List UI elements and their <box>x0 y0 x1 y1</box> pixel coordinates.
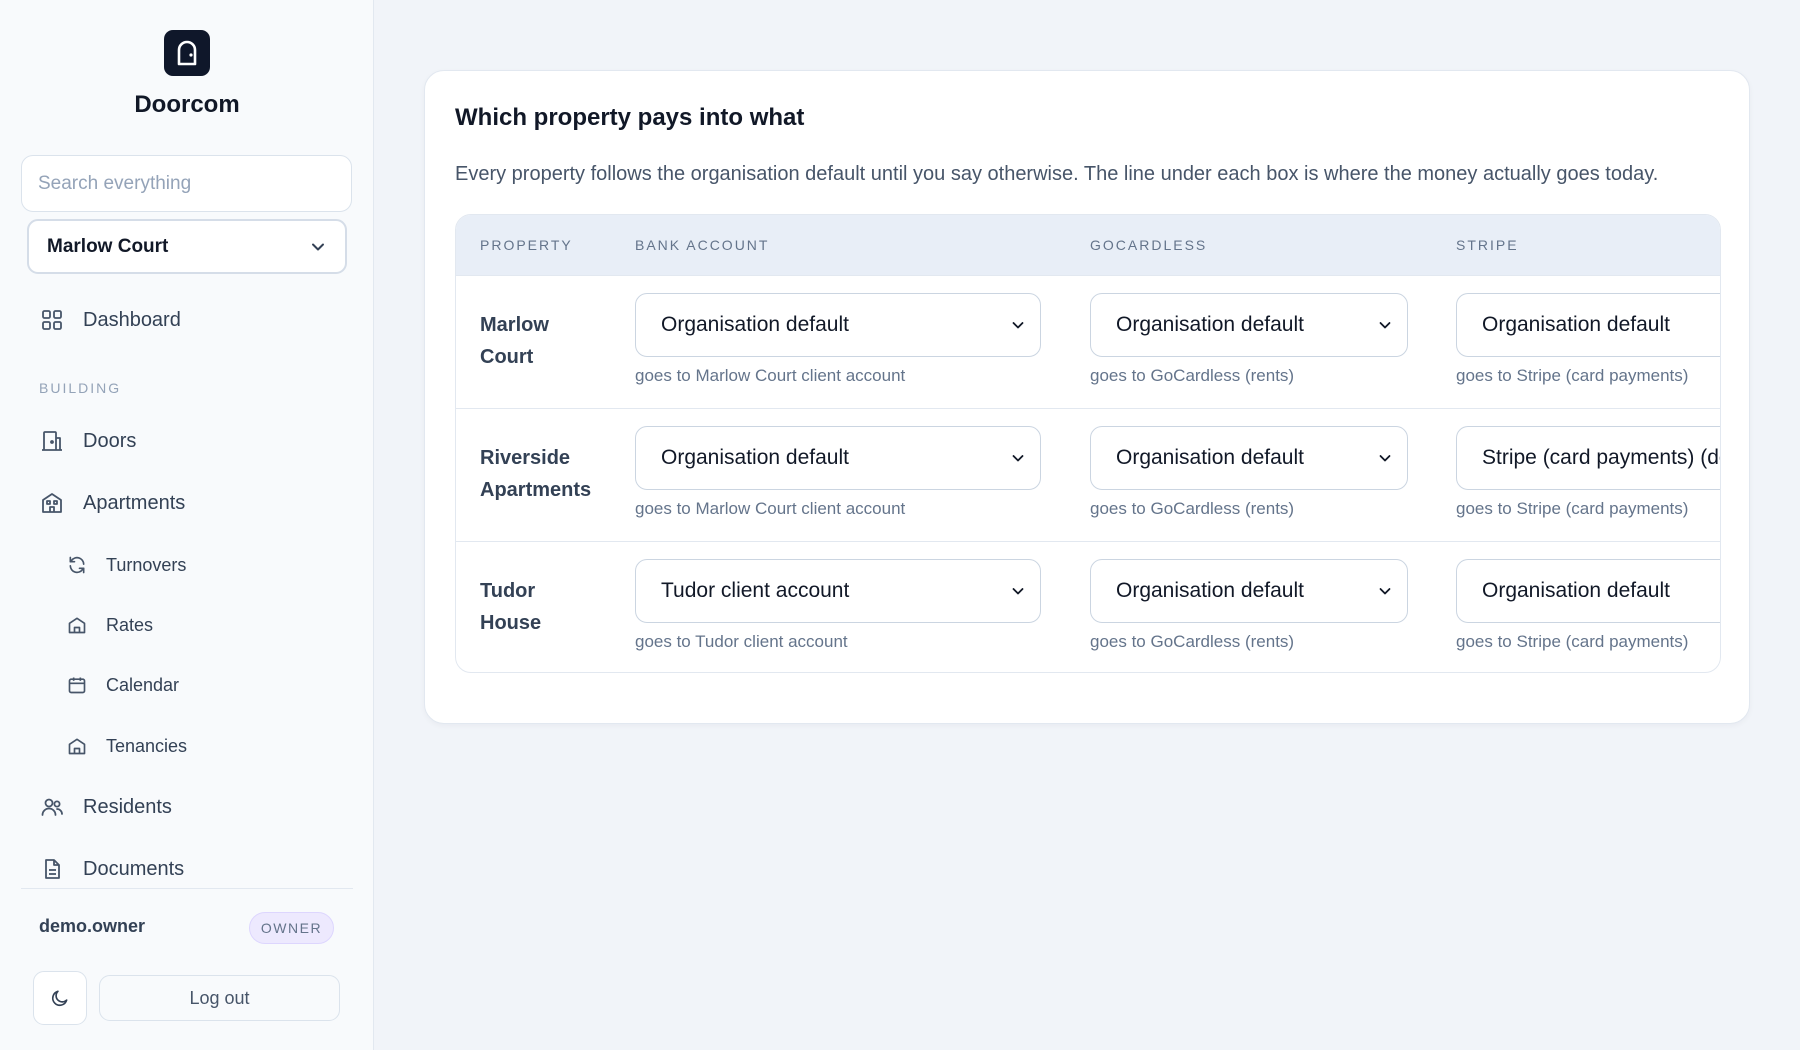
property-selector-value: Marlow Court <box>47 235 169 257</box>
nav-documents-label: Documents <box>83 857 185 880</box>
select-value: Organisation default <box>1116 446 1304 469</box>
column-header-stripe: STRIPE <box>1456 237 1519 253</box>
chevron-down-icon <box>1379 322 1391 329</box>
document-icon <box>39 856 65 882</box>
search-input[interactable]: Search everything <box>21 155 352 212</box>
grid-icon <box>39 307 65 333</box>
card-title: Which property pays into what <box>455 104 805 131</box>
property-name-line: Apartments <box>480 479 592 501</box>
moon-icon <box>51 990 68 1007</box>
user-name: demo.owner <box>39 916 146 936</box>
bank-destination-hint: goes to Marlow Court client account <box>635 499 906 518</box>
gocardless-select[interactable]: Organisation default <box>1090 426 1408 490</box>
gocardless-select[interactable]: Organisation default <box>1090 293 1408 357</box>
brand-name: Doorcom <box>134 91 240 118</box>
nav-tenancies-label: Tenancies <box>106 735 188 756</box>
stripe-destination-hint: goes to Stripe (card payments) <box>1456 499 1689 518</box>
gocardless-destination-hint: goes to GoCardless (rents) <box>1090 366 1295 385</box>
nav-residents-label: Residents <box>83 795 172 818</box>
nav-rates-label: Rates <box>106 614 154 635</box>
nav-doors-label: Doors <box>83 429 137 452</box>
select-value: Organisation default <box>1116 313 1304 336</box>
card-description: Every property follows the organisation … <box>455 163 1659 185</box>
building-icon <box>39 490 65 516</box>
nav-documents[interactable]: Documents <box>39 856 184 882</box>
stripe-destination-hint: goes to Stripe (card payments) <box>1456 632 1689 651</box>
table-row: Riverside Apartments Organisation defaul… <box>456 408 1720 541</box>
chevron-down-icon <box>312 243 324 250</box>
select-value: Organisation default <box>1116 579 1304 602</box>
property-name-line: Court <box>480 346 534 368</box>
nav-dashboard-label: Dashboard <box>83 308 181 331</box>
property-name: Tudor House <box>480 575 610 639</box>
nav-doors[interactable]: Doors <box>39 428 136 454</box>
theme-toggle-button[interactable] <box>33 971 87 1025</box>
logout-button[interactable]: Log out <box>99 975 340 1021</box>
nav-calendar[interactable]: Calendar <box>66 674 179 696</box>
gocardless-destination-hint: goes to GoCardless (rents) <box>1090 632 1295 651</box>
chevron-down-icon <box>1012 455 1024 462</box>
property-name: Riverside Apartments <box>480 442 610 506</box>
door-icon <box>164 30 210 76</box>
users-icon <box>39 794 65 820</box>
gocardless-destination-hint: goes to GoCardless (rents) <box>1090 499 1295 518</box>
nav-rates[interactable]: Rates <box>66 614 153 636</box>
bank-destination-hint: goes to Tudor client account <box>635 632 848 651</box>
nav-dashboard[interactable]: Dashboard <box>39 307 181 333</box>
section-label-building: BUILDING <box>39 380 122 396</box>
stripe-select[interactable]: Stripe (card payments) (de <box>1456 426 1721 490</box>
column-header-bank: BANK ACCOUNT <box>635 237 770 253</box>
property-name-line: House <box>480 612 542 634</box>
stripe-select[interactable]: Organisation default <box>1456 293 1720 357</box>
bank-account-select[interactable]: Organisation default <box>635 426 1041 490</box>
house-icon <box>66 614 88 636</box>
chevron-down-icon <box>1379 588 1391 595</box>
sidebar: Doorcom Search everything Marlow Court D… <box>0 0 374 1050</box>
bank-account-select[interactable]: Tudor client account <box>635 559 1041 623</box>
routing-table: PROPERTY BANK ACCOUNT GOCARDLESS STRIPE … <box>455 214 1721 673</box>
payment-routing-card: Which property pays into what Every prop… <box>424 70 1750 724</box>
select-value: Organisation default <box>1482 313 1670 336</box>
chevron-down-icon <box>1012 588 1024 595</box>
stripe-select[interactable]: Organisation default <box>1456 559 1720 623</box>
column-header-property: PROPERTY <box>480 237 573 253</box>
bank-destination-hint: goes to Marlow Court client account <box>635 366 906 385</box>
property-name: Marlow Court <box>480 309 610 373</box>
table-header: PROPERTY BANK ACCOUNT GOCARDLESS STRIPE <box>456 215 1720 275</box>
select-value: Organisation default <box>1482 579 1670 602</box>
select-value: Organisation default <box>661 446 849 469</box>
property-selector[interactable]: Marlow Court <box>27 219 347 274</box>
refresh-icon <box>66 554 88 576</box>
property-name-line: Marlow <box>480 314 549 336</box>
table-row: Tudor House Tudor client account goes to… <box>456 541 1720 672</box>
sidebar-divider <box>21 888 353 889</box>
nav-turnovers[interactable]: Turnovers <box>66 554 186 576</box>
nav-tenancies[interactable]: Tenancies <box>66 735 187 757</box>
select-value: Organisation default <box>661 313 849 336</box>
chevron-down-icon <box>1012 322 1024 329</box>
select-value: Stripe (card payments) (de <box>1482 446 1721 469</box>
calendar-icon <box>66 674 88 696</box>
nav-turnovers-label: Turnovers <box>106 554 187 575</box>
stripe-destination-hint: goes to Stripe (card payments) <box>1456 366 1689 385</box>
select-value: Tudor client account <box>661 579 850 602</box>
door-building-icon <box>39 428 65 454</box>
table-row: Marlow Court Organisation default goes t… <box>456 275 1720 408</box>
nav-apartments[interactable]: Apartments <box>39 490 185 516</box>
property-name-line: Riverside <box>480 447 571 469</box>
role-badge: OWNER <box>249 912 334 944</box>
bank-account-select[interactable]: Organisation default <box>635 293 1041 357</box>
nav-apartments-label: Apartments <box>83 491 186 514</box>
gocardless-select[interactable]: Organisation default <box>1090 559 1408 623</box>
house-icon <box>66 735 88 757</box>
nav-residents[interactable]: Residents <box>39 794 172 820</box>
nav-calendar-label: Calendar <box>106 674 180 695</box>
chevron-down-icon <box>1379 455 1391 462</box>
column-header-gocardless: GOCARDLESS <box>1090 237 1208 253</box>
property-name-line: Tudor <box>480 580 536 602</box>
